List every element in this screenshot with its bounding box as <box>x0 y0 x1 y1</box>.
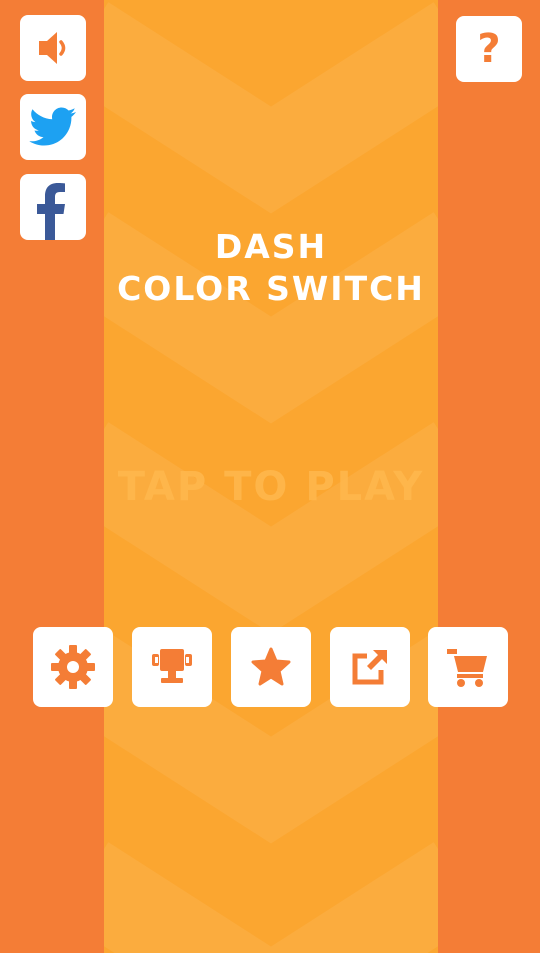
star-icon <box>250 647 292 687</box>
game-title: DASH COLOR SWITCH <box>104 226 438 310</box>
twitter-icon <box>28 106 78 148</box>
facebook-icon <box>33 180 73 240</box>
question-mark-icon: ? <box>477 26 501 72</box>
rate-button[interactable] <box>231 627 311 707</box>
tap-to-play-label[interactable]: TAP TO PLAY <box>104 464 438 510</box>
cart-icon <box>445 646 491 688</box>
sound-button[interactable] <box>20 15 86 81</box>
share-button[interactable] <box>330 627 410 707</box>
title-line-2: COLOR SWITCH <box>117 269 425 308</box>
trophy-icon <box>149 647 195 687</box>
help-button[interactable]: ? <box>456 16 522 82</box>
settings-button[interactable] <box>33 627 113 707</box>
twitter-button[interactable] <box>20 94 86 160</box>
gear-icon <box>50 644 96 690</box>
share-icon <box>349 646 391 688</box>
speaker-icon <box>33 28 73 68</box>
facebook-button[interactable] <box>20 174 86 240</box>
title-line-1: DASH <box>214 227 328 266</box>
shop-button[interactable] <box>428 627 508 707</box>
leaderboard-button[interactable] <box>132 627 212 707</box>
